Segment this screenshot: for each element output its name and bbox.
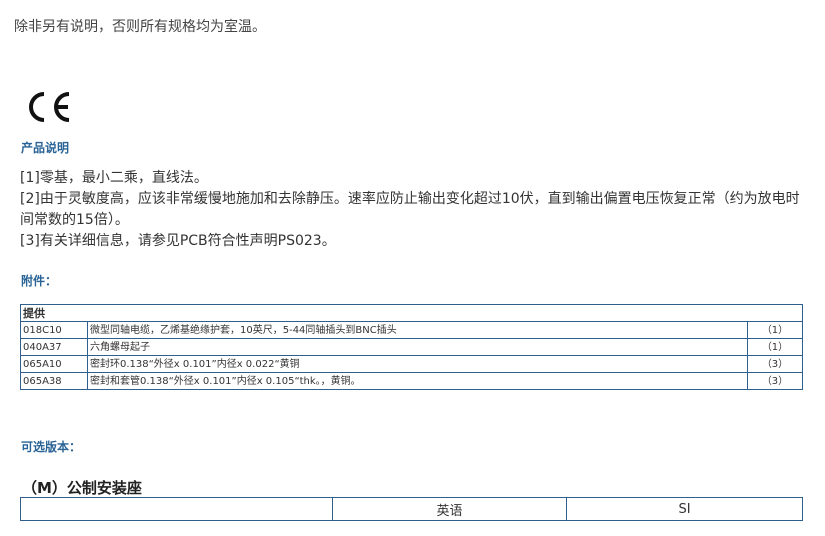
- table-row: 018C10 微型同轴电缆，乙烯基绝缘护套，10英尺，5-44同轴插头到BNC插…: [20, 321, 803, 339]
- accessory-description: 六角螺母起子: [87, 338, 748, 356]
- version-column-english: 英语: [332, 497, 567, 521]
- table-row: 065A38 密封和套管0.138“外径x 0.101”内径x 0.105“th…: [20, 372, 803, 390]
- accessory-code: 065A38: [20, 372, 88, 390]
- ce-mark-logo: [29, 92, 70, 122]
- table-row: 065A10 密封环0.138“外径x 0.101”内径x 0.022“黄铜 （…: [20, 355, 803, 373]
- version-table: 英语 SI: [20, 497, 803, 521]
- version-column-si: SI: [566, 497, 803, 521]
- accessory-description: 微型同轴电缆，乙烯基绝缘护套，10英尺，5-44同轴插头到BNC插头: [87, 321, 748, 339]
- accessory-description: 密封和套管0.138“外径x 0.101”内径x 0.105“thk。，黄铜。: [87, 372, 748, 390]
- accessory-quantity: （3）: [747, 372, 803, 390]
- accessory-quantity: （1）: [747, 321, 803, 339]
- note-2: [2]由于灵敏度高，应该非常缓慢地施加和去除静压。速率应防止输出变化超过10伏，…: [20, 191, 800, 228]
- top-note: 除非另有说明，否则所有规格均为室温。: [14, 19, 266, 35]
- accessory-quantity: （1）: [747, 338, 803, 356]
- accessory-code: 040A37: [20, 338, 88, 356]
- note-3: [3]有关详细信息，请参见PCB符合性声明PS023。: [20, 233, 336, 249]
- accessory-code: 018C10: [20, 321, 88, 339]
- accessory-description: 密封环0.138“外径x 0.101”内径x 0.022“黄铜: [87, 355, 748, 373]
- version-column-blank: [20, 497, 333, 521]
- metric-mount-title: （M）公制安装座: [22, 479, 142, 497]
- table-row: 040A37 六角螺母起子 （1）: [20, 338, 803, 356]
- accessories-header: 提供: [20, 304, 803, 322]
- product-description-title: 产品说明: [21, 141, 70, 155]
- note-1: [1]零基，最小二乘，直线法。: [20, 170, 208, 186]
- description-notes: [1]零基，最小二乘，直线法。 [2]由于灵敏度高，应该非常缓慢地施加和去除静压…: [20, 168, 810, 252]
- optional-versions-title: 可选版本：: [21, 440, 82, 454]
- accessory-code: 065A10: [20, 355, 88, 373]
- table-row: 英语 SI: [20, 497, 803, 521]
- accessories-title: 附件：: [21, 274, 58, 288]
- accessories-table: 提供 018C10 微型同轴电缆，乙烯基绝缘护套，10英尺，5-44同轴插头到B…: [20, 304, 803, 390]
- accessory-quantity: （3）: [747, 355, 803, 373]
